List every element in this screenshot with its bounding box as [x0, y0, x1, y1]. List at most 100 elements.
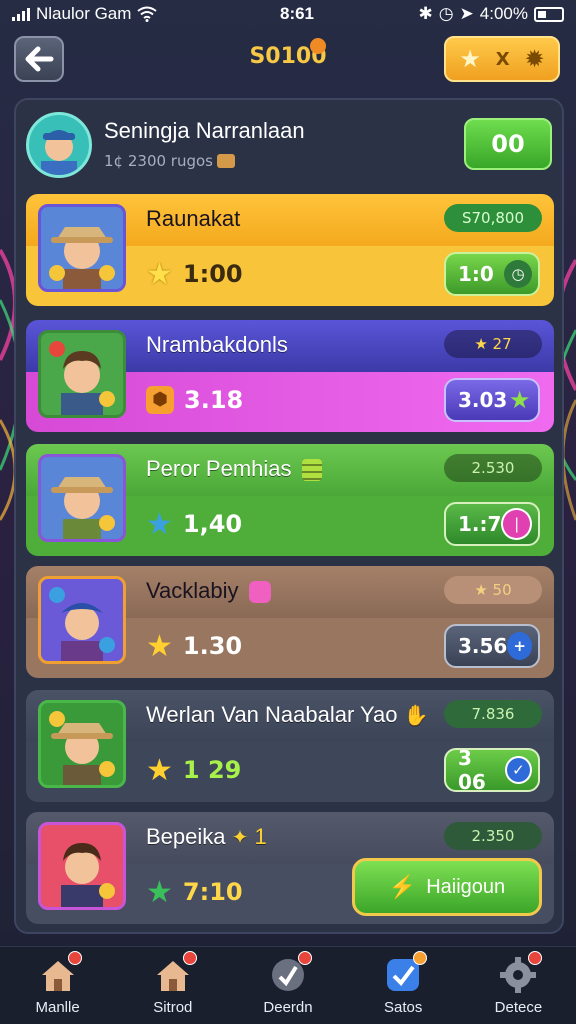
star-icon: ★	[459, 45, 481, 73]
star-icon: ★	[508, 386, 531, 414]
clock-icon: ◷	[504, 260, 532, 288]
avatar	[38, 330, 126, 418]
claim-button[interactable]: ⚡ Haiigoun	[352, 858, 542, 916]
player-stat: ★ 1:00	[146, 256, 243, 292]
nav-item-shop[interactable]: Sitrod	[115, 947, 230, 1024]
avatar	[38, 576, 126, 664]
explorer-portrait-icon	[51, 477, 115, 539]
nav-item-stats[interactable]: Satos	[346, 947, 461, 1024]
player-portrait-icon	[41, 130, 77, 175]
user-row: Seningja Narranlaan 1¢ 2300 rugos 00	[26, 108, 554, 186]
score-tag: 2.530	[444, 454, 542, 482]
nav-item-home[interactable]: Manlle	[0, 947, 115, 1024]
notification-badge	[310, 38, 326, 54]
notification-badge	[67, 951, 82, 965]
player-name: Bepeika ✦ 1	[146, 824, 267, 849]
avatar	[38, 822, 126, 910]
notification-badge	[528, 951, 543, 965]
list-item[interactable]: Nrambakdonls ★ 27 ⬢ 3.18 3.03 ★	[26, 320, 554, 432]
tag-icon	[268, 951, 312, 995]
check-icon	[383, 951, 428, 995]
player-stat: ★ 1,40	[146, 506, 243, 542]
status-bar: Nlaulor Gam 8:61 ✱ ◷ ➤ 4:00%	[0, 0, 576, 28]
score-tag: S70,800	[444, 204, 542, 232]
list-item[interactable]: Werlan Van Naabalar Yao ✋ 7.836 ★ 1 29 3…	[26, 690, 554, 802]
lightning-icon: ⚡	[388, 874, 417, 899]
value-button[interactable]: 1:0 ◷	[444, 252, 540, 296]
avatar[interactable]	[26, 112, 92, 178]
player-stat: ★ 7:10	[146, 874, 243, 910]
player-name: Vacklabiy	[146, 578, 271, 604]
battery-percent: 4:00%	[479, 4, 528, 23]
back-button[interactable]	[14, 36, 64, 82]
star-icon: ★	[146, 256, 173, 292]
list-item[interactable]: Raunakat S70,800 ★ 1:00 1:0 ◷	[26, 194, 554, 306]
list-item[interactable]: Vacklabiy ★ 50 ★ 1.30 3.56 +	[26, 566, 554, 678]
page-title: S0100	[249, 44, 327, 69]
user-name: Seningja Narranlaan	[104, 118, 305, 143]
list-item[interactable]: Peror Pemhias 2.530 ★ 1,40 1.:7 ❘	[26, 444, 554, 556]
settings-label: X	[495, 48, 510, 70]
value-button[interactable]: 3.03 ★	[444, 378, 540, 422]
signal-icon	[12, 7, 30, 21]
score-tag: ★ 27	[444, 330, 542, 358]
alarm-icon: ◷	[438, 4, 454, 23]
score-tag: 7.836	[444, 700, 542, 728]
avatar	[38, 204, 126, 292]
explorer-portrait-icon	[49, 711, 115, 785]
value-button[interactable]: 3.56 +	[444, 624, 540, 668]
nav-label: Sitrod	[153, 999, 193, 1016]
list-item[interactable]: Bepeika ✦ 1 2.350 ★ 7:10 ⚡ Haiigoun	[26, 812, 554, 924]
player-portrait-icon	[49, 587, 115, 661]
settings-button[interactable]: ★ X ✹	[444, 36, 560, 82]
coin-stack-icon	[301, 459, 322, 482]
player-name: Nrambakdonls	[146, 332, 288, 357]
score-tag: 2.350	[444, 822, 542, 850]
nav-item-settings[interactable]: Detece	[461, 947, 576, 1024]
player-stat: ★ 1.30	[146, 628, 243, 664]
notification-badge	[413, 951, 428, 965]
player-stat: ⬢ 3.18	[146, 382, 243, 418]
home-icon	[153, 951, 197, 995]
player-name: Peror Pemhias	[146, 456, 322, 482]
hand-icon: ✋	[403, 705, 429, 727]
bluetooth-icon: ✱	[418, 4, 433, 23]
user-score-button[interactable]: 00	[464, 118, 552, 170]
star-icon: ★	[146, 506, 173, 542]
value-button[interactable]: 3 06 ✓	[444, 746, 540, 794]
nav-label: Deerdn	[263, 999, 313, 1016]
avatar	[38, 700, 126, 788]
explorer-portrait-icon	[49, 227, 115, 289]
nav-label: Detece	[494, 999, 543, 1016]
value-button[interactable]: 1.:7 ❘	[444, 502, 540, 546]
sparkle-icon: ✦	[231, 827, 249, 849]
star-icon: ★	[146, 874, 173, 910]
player-portrait-icon	[49, 341, 115, 415]
wifi-icon	[137, 6, 158, 22]
player-name: Raunakat	[146, 206, 241, 231]
status-time: 8:61	[279, 4, 315, 23]
nav-label: Satos	[384, 999, 423, 1016]
plus-icon: +	[507, 632, 532, 660]
nav-label: Manlle	[35, 999, 80, 1016]
chest-icon	[216, 154, 235, 168]
gear-icon: ✹	[524, 45, 545, 73]
avatar	[38, 454, 126, 542]
shield-icon: ⬢	[146, 386, 174, 414]
notification-badge	[182, 951, 197, 965]
check-icon: ✓	[504, 756, 532, 784]
star-icon: ★	[146, 628, 173, 664]
battery-icon	[534, 6, 564, 22]
gem-icon	[248, 581, 271, 604]
carrier-name: Nlaulor Gam	[36, 4, 132, 23]
notification-badge	[298, 951, 312, 965]
nav-item-rewards[interactable]: Deerdn	[230, 947, 345, 1024]
bottom-nav: Manlle Sitrod Deerdn Satos Detece	[0, 946, 576, 1024]
home-icon	[38, 951, 82, 995]
header: S0100 ★ X ✹	[0, 30, 576, 92]
arrow-left-icon	[25, 46, 54, 72]
location-icon: ➤	[459, 4, 474, 23]
power-icon: ❘	[501, 508, 532, 540]
player-stat: ★ 1 29	[146, 752, 242, 788]
score-tag: ★ 50	[444, 576, 542, 604]
